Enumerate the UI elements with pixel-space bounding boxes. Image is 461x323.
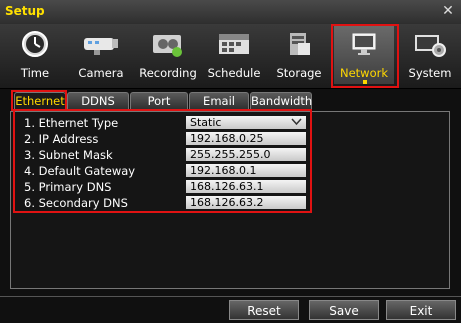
ip-address-label: 2. IP Address [24, 132, 99, 146]
camera-icon [84, 38, 118, 55]
primary-dns-field[interactable]: 168.126.63.1 [186, 180, 306, 193]
setup-window: Setup ✕ Time Camera Recording Schedule S… [0, 0, 461, 323]
ethernet-type-select[interactable]: Static [186, 116, 306, 129]
active-indicator [363, 80, 367, 84]
tab-ddns[interactable]: DDNS [67, 92, 129, 110]
recording-icon [153, 35, 182, 57]
tab-bandwidth[interactable]: Bandwidth [250, 92, 312, 110]
network-icon [352, 33, 376, 55]
chevron-down-icon [291, 118, 302, 126]
clock-icon [22, 31, 48, 57]
toolbar-item-schedule[interactable]: Schedule [204, 26, 264, 84]
toolbar-item-label: System [408, 66, 452, 80]
ethernet-type-label: 1. Ethernet Type [24, 116, 119, 130]
system-icon [415, 35, 446, 57]
toolbar-item-label: Schedule [207, 66, 261, 80]
storage-icon [290, 33, 310, 55]
subnet-mask-field[interactable]: 255.255.255.0 [186, 148, 306, 161]
tab-port[interactable]: Port [130, 92, 188, 110]
default-gateway-label: 4. Default Gateway [24, 164, 136, 178]
secondary-dns-field[interactable]: 168.126.63.2 [186, 196, 306, 209]
exit-button[interactable]: Exit [386, 300, 456, 320]
toolbar-item-system[interactable]: System [400, 26, 460, 84]
tab-ethernet[interactable]: Ethernet [14, 92, 66, 110]
save-button[interactable]: Save [309, 300, 379, 320]
toolbar-item-label: Camera [78, 66, 124, 80]
reset-button[interactable]: Reset [229, 300, 299, 320]
title-bar: Setup ✕ [0, 0, 461, 25]
default-gateway-field[interactable]: 192.168.0.1 [186, 164, 306, 177]
toolbar-item-camera[interactable]: Camera [71, 26, 131, 84]
toolbar-item-time[interactable]: Time [5, 26, 65, 84]
toolbar-item-label: Network [339, 66, 389, 80]
tab-email[interactable]: Email [189, 92, 249, 110]
toolbar-item-label: Recording [139, 66, 197, 80]
secondary-dns-label: 6. Secondary DNS [24, 196, 128, 210]
toolbar-item-network[interactable]: Network [334, 26, 394, 84]
close-icon[interactable]: ✕ [440, 3, 456, 19]
toolbar-item-recording[interactable]: Recording [138, 26, 198, 84]
toolbar-item-label: Storage [276, 66, 322, 80]
ip-address-field[interactable]: 192.168.0.25 [186, 132, 306, 145]
setup-toolbar: Time Camera Recording Schedule Storage N… [0, 24, 461, 89]
ethernet-type-value: Static [190, 116, 222, 129]
toolbar-item-label: Time [20, 66, 50, 80]
primary-dns-label: 5. Primary DNS [24, 180, 112, 194]
subnet-mask-label: 3. Subnet Mask [24, 148, 113, 162]
toolbar-item-storage[interactable]: Storage [269, 26, 329, 84]
schedule-icon [219, 34, 249, 54]
window-title: Setup [5, 4, 45, 18]
